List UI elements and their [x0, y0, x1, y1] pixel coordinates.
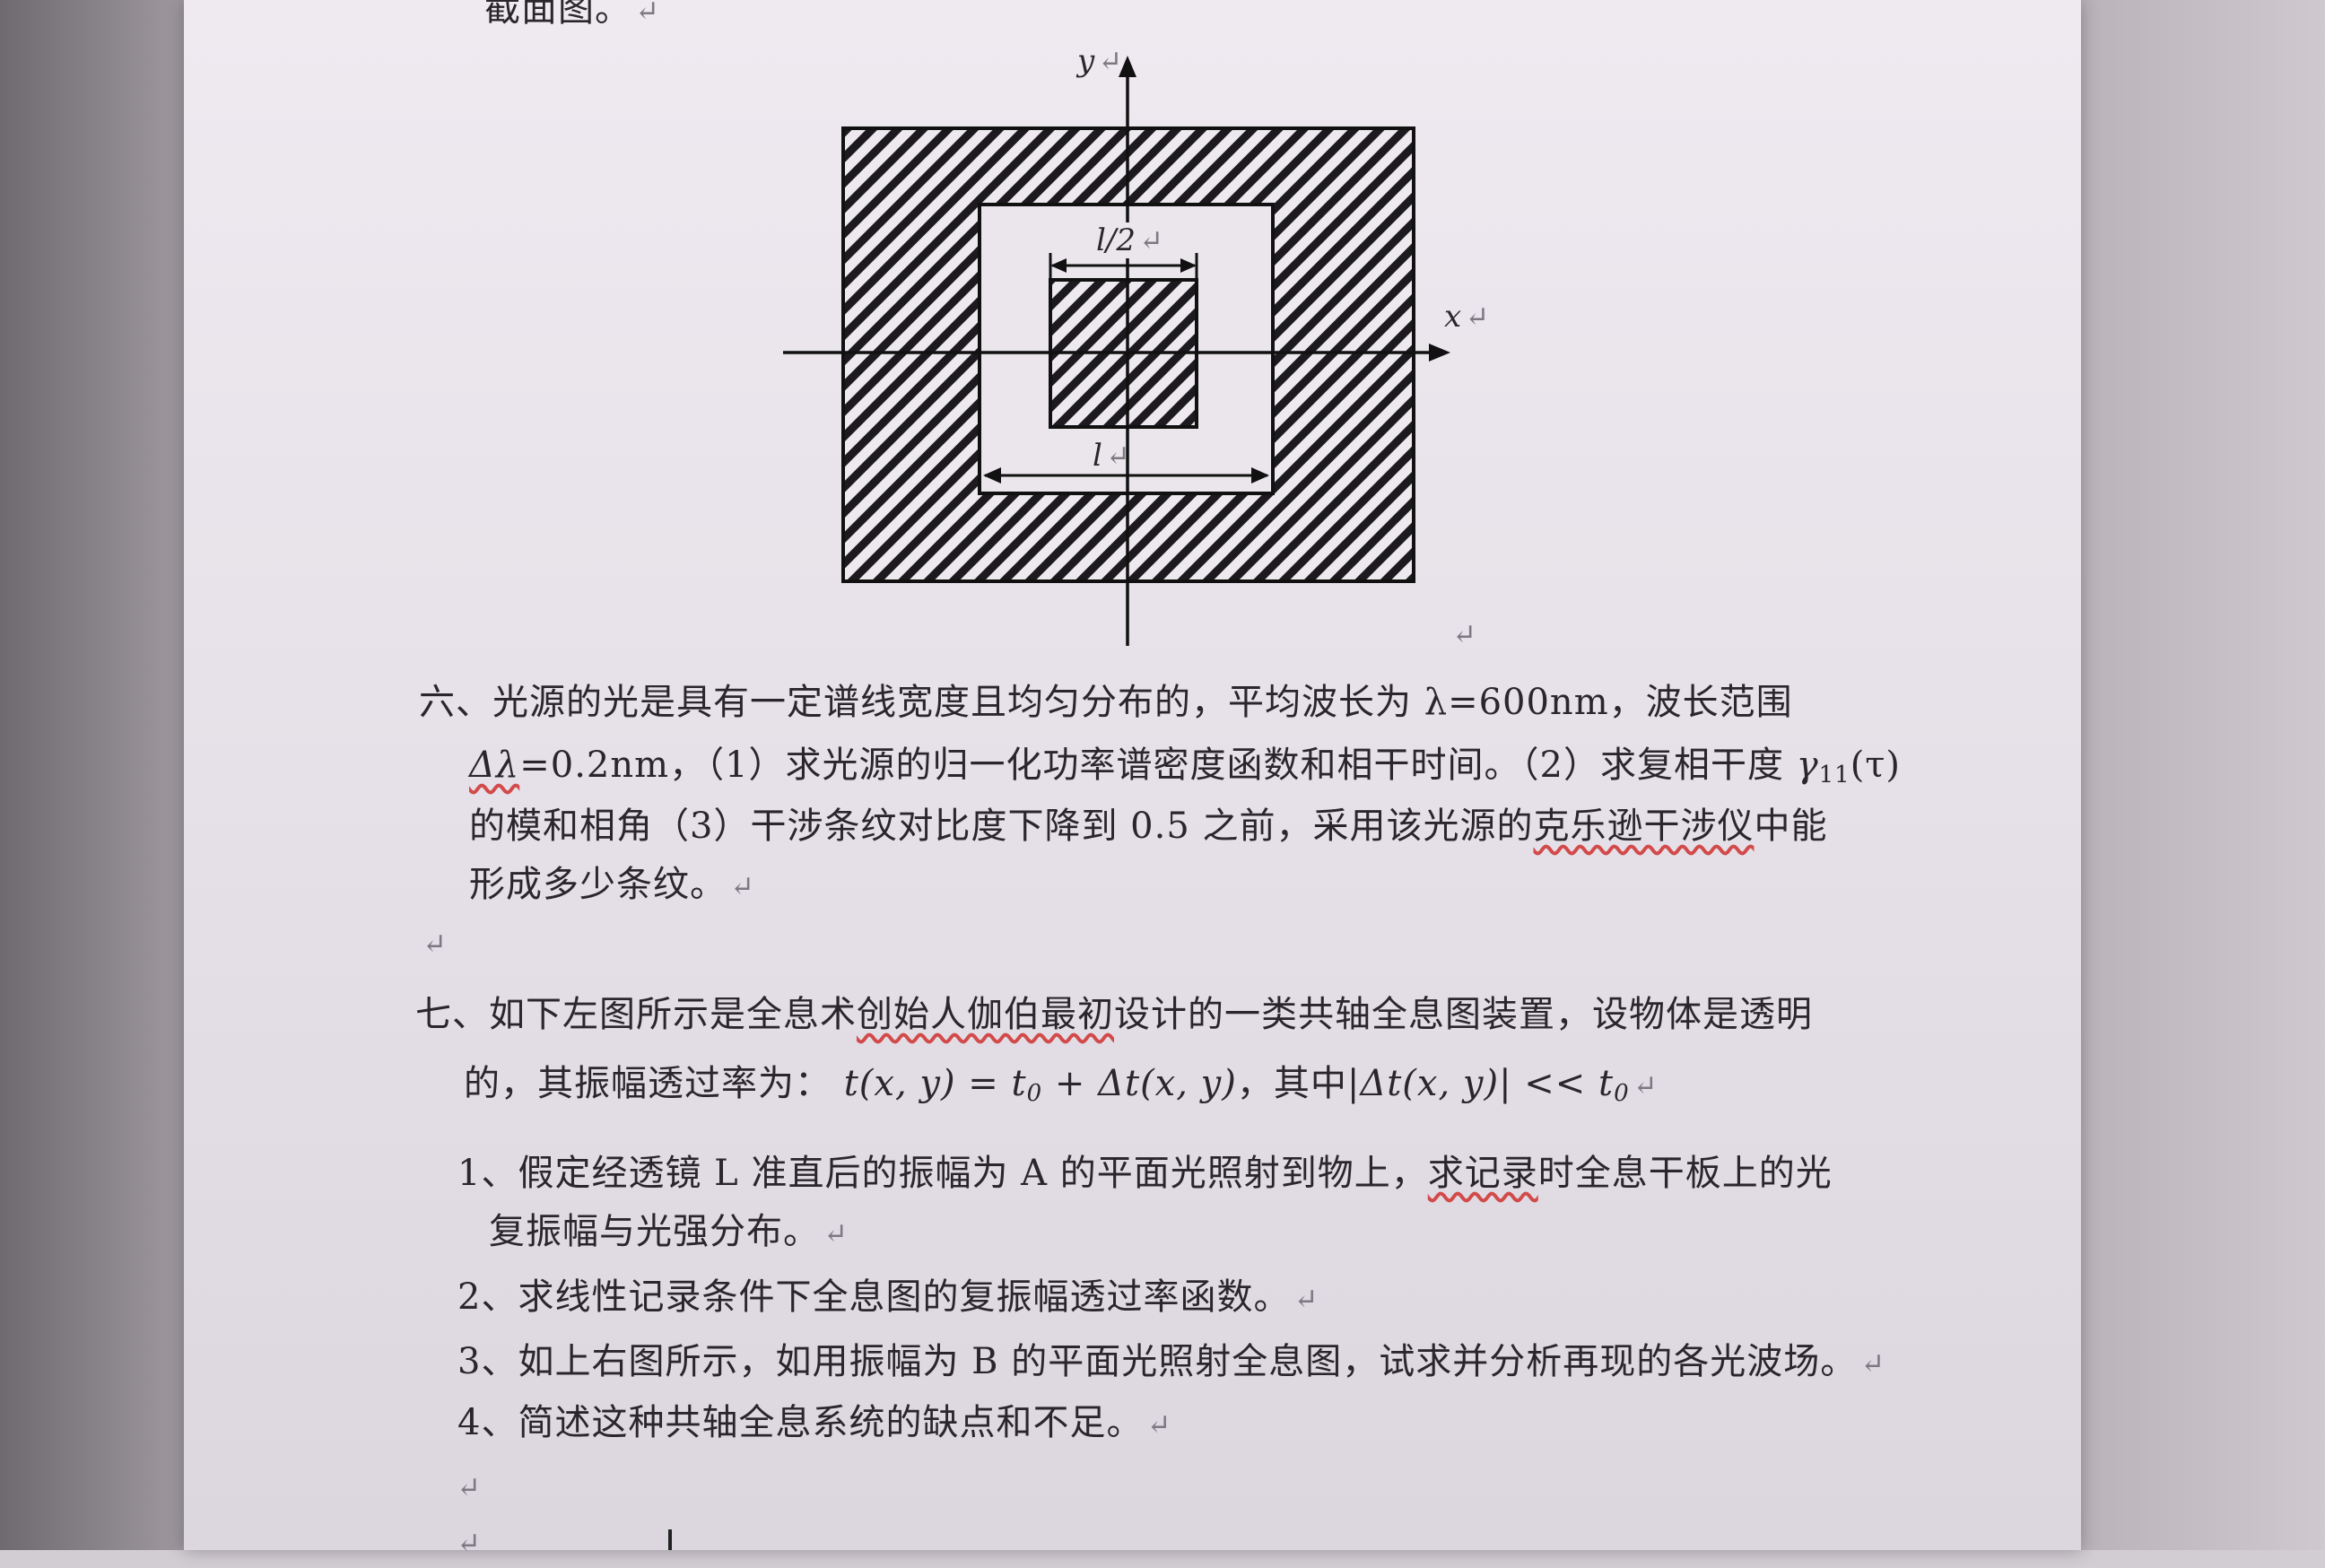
q7-item-1-text-a: 1、假定经透镜 L 准直后的振幅为 A 的平面光照射到物上， [457, 1153, 1428, 1194]
empty-paragraph-1: ↵ [422, 927, 448, 961]
tau-argument: (τ) [1850, 745, 1902, 786]
q7-item-1-line-1: 1、假定经透镜 L 准直后的振幅为 A 的平面光照射到物上，求记录时全息干板上的… [457, 1148, 1833, 1198]
q7-item-3-text: 3、如上右图所示，如用振幅为 B 的平面光照射全息图，试求并分析再现的各光波场。 [457, 1341, 1858, 1382]
q7-item-2-text: 2、求线性记录条件下全息图的复振幅透过率函数。 [457, 1276, 1291, 1318]
q6-line-4: 形成多少条纹。 ↵ [469, 864, 755, 905]
figure-paragraph-mark: ↵ [1452, 617, 1476, 651]
q7-spellcheck-phrase: 创始人伽伯最初 [857, 994, 1114, 1035]
empty-paragraph-2: ↵ [457, 1470, 482, 1504]
q7-line-2-text-b: ，其中 [1236, 1063, 1347, 1104]
gamma-symbol: γ [1796, 745, 1819, 786]
q6-line-4-text: 形成多少条纹。 [469, 864, 727, 905]
q7-item-3: 3、如上右图所示，如用振幅为 B 的平面光照射全息图，试求并分析再现的各光波场。… [457, 1341, 1886, 1382]
q7-item-4-text: 4、简述这种共轴全息系统的缺点和不足。 [457, 1402, 1144, 1443]
q6-line-2: Δλ=0.2nm，（1）求光源的归一化功率谱密度函数和相干时间。（2）求复相干度… [469, 740, 1901, 800]
q7-item-1-line-2: 复振幅与光强分布。 ↵ [489, 1211, 849, 1252]
y-axis-label: y ↵ [1077, 43, 1123, 79]
q7-item-1-spellcheck-word: 求记录 [1427, 1153, 1538, 1194]
q6-line-3: 的模和相角（3）干涉条纹对比度下降到 0.5 之前，采用该光源的克乐逊干涉仪中能 [469, 801, 1828, 851]
delta-lambda-symbol: Δλ [469, 745, 520, 786]
q7-line-1: 七、如下左图所示是全息术创始人伽伯最初设计的一类共轴全息图装置，设物体是透明 [415, 989, 1813, 1040]
middle-width-label: l ↵ [1093, 438, 1130, 474]
transmittance-equation: t(x, y) = t0 + Δt(x, y) [843, 1063, 1237, 1107]
q6-line-2-text: =0.2nm，（1）求光源的归一化功率谱密度函数和相干时间。（2）求复相干度 [519, 745, 1797, 786]
gamma-subscript: 11 [1818, 762, 1850, 788]
q6-line-3-text-b: 中能 [1754, 806, 1828, 847]
q6-spellcheck-word: 克乐逊干涉仪 [1533, 806, 1755, 847]
q6-line-3-text-a: 的模和相角（3）干涉条纹对比度下降到 0.5 之前，采用该光源的 [469, 806, 1534, 847]
q7-line-1-text-a: 七、如下左图所示是全息术 [415, 994, 857, 1035]
desk-background-left [0, 0, 215, 1550]
q7-item-2: 2、求线性记录条件下全息图的复振幅透过率函数。 ↵ [457, 1276, 1319, 1318]
desk-background-right [2074, 0, 2325, 1550]
q7-line-2: 的，其振幅透过率为： t(x, y) = t0 + Δt(x, y)，其中|Δt… [464, 1063, 1659, 1107]
q7-item-1-text-b: 时全息干板上的光 [1537, 1153, 1833, 1194]
q7-line-1-text-b: 设计的一类共轴全息图装置，设物体是透明 [1114, 994, 1813, 1035]
document-page[interactable]: 截面图。 ↵ y ↵ x ↵ l/2 ↵ l ↵ ↵ 六、光源的光是具有一定谱线… [184, 0, 2081, 1560]
text-cursor [668, 1529, 672, 1550]
aperture-figure [783, 56, 1450, 646]
x-axis-label: x ↵ [1444, 299, 1489, 335]
perturbation-condition: |Δt(x, y)| << t0 [1346, 1063, 1630, 1107]
q7-item-1-line-2-text: 复振幅与光强分布。 [489, 1211, 820, 1252]
empty-paragraph-3: ↵ [457, 1526, 482, 1560]
q7-line-2-text-a: 的，其振幅透过率为： [464, 1063, 832, 1104]
inner-width-label: l/2 ↵ [1093, 222, 1167, 258]
q6-line-1-text: 六、光源的光是具有一定谱线宽度且均匀分布的，平均波长为 λ=600nm，波长范围 [419, 682, 1793, 723]
q6-line-1: 六、光源的光是具有一定谱线宽度且均匀分布的，平均波长为 λ=600nm，波长范围 [419, 677, 1793, 727]
x-axis-arrowhead [1429, 344, 1450, 362]
q7-item-4: 4、简述这种共轴全息系统的缺点和不足。 ↵ [457, 1402, 1172, 1443]
